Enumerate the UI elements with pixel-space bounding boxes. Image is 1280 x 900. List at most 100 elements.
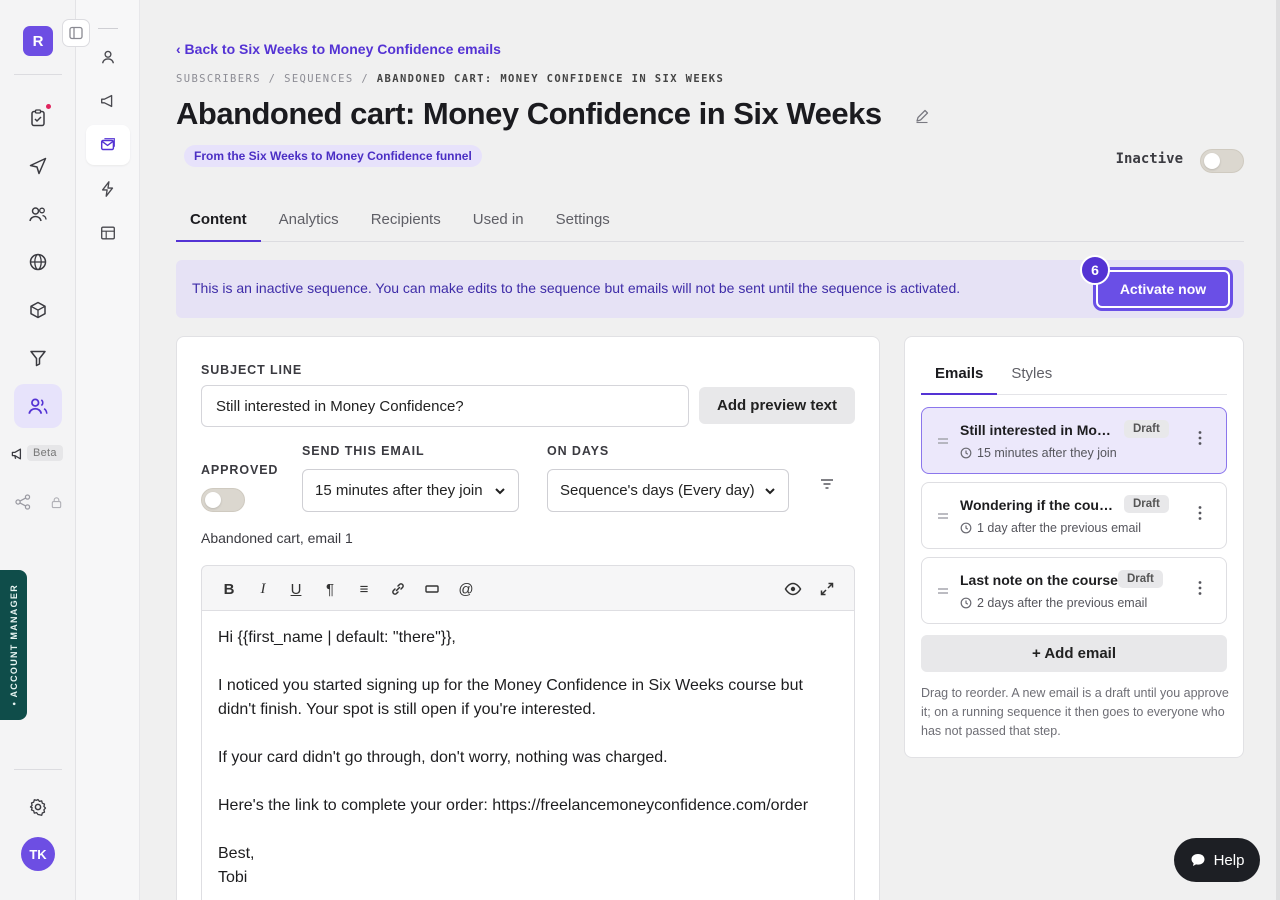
primary-sidebar: R Beta • ACCOUNT MANAGER TK — [0, 0, 90, 900]
body-blank-line — [218, 722, 838, 746]
email-timing: 15 minutes after they join — [960, 446, 1117, 460]
window-edge — [1276, 0, 1280, 900]
tab-analytics[interactable]: Analytics — [265, 200, 353, 242]
email-body-editor[interactable]: Hi {{first_name | default: "there"}}, I … — [201, 610, 855, 900]
sidebar-item-settings[interactable] — [24, 793, 52, 821]
fullscreen-button[interactable] — [816, 578, 838, 600]
page-title: Abandoned cart: Money Confidence in Six … — [176, 96, 882, 131]
funnel-badge[interactable]: From the Six Weeks to Money Confidence f… — [184, 145, 482, 167]
breadcrumb-subscribers[interactable]: SUBSCRIBERS — [176, 73, 261, 85]
sidebar-divider-bottom — [14, 769, 62, 770]
tab-content[interactable]: Content — [176, 200, 261, 242]
help-label: Help — [1213, 851, 1245, 869]
more-options-icon[interactable] — [1198, 430, 1202, 446]
sidebar-item-share[interactable] — [9, 488, 37, 516]
more-options-icon[interactable] — [1198, 580, 1202, 596]
sequence-active-toggle[interactable] — [1200, 149, 1244, 173]
add-email-button[interactable]: + Add email — [921, 635, 1227, 672]
box-icon — [30, 301, 46, 319]
help-button[interactable]: Help — [1174, 838, 1260, 882]
clock-icon — [960, 447, 972, 459]
link-button[interactable] — [387, 578, 409, 600]
timing-text: 2 days after the previous email — [977, 596, 1148, 610]
sidebar-item-website[interactable] — [24, 248, 52, 276]
underline-button[interactable]: U — [285, 578, 307, 600]
sidebar-item-subscribers[interactable] — [14, 384, 62, 428]
add-preview-text-button[interactable]: Add preview text — [699, 387, 855, 424]
email-title: Still interested in Money Confidence? — [960, 422, 1118, 438]
subject-input[interactable]: Still interested in Money Confidence? — [201, 385, 689, 427]
paragraph-button[interactable]: ¶ — [319, 578, 341, 600]
sidebar-collapse-button[interactable] — [62, 19, 90, 47]
more-options-icon[interactable] — [1198, 505, 1202, 521]
filter-button[interactable] — [819, 476, 835, 497]
tab-styles[interactable]: Styles — [997, 355, 1066, 395]
timing-text: 1 day after the previous email — [977, 521, 1141, 535]
sidebar-item-products[interactable] — [24, 296, 52, 324]
person-icon — [101, 50, 115, 64]
email-title: Wondering if the course is right for you… — [960, 497, 1118, 513]
send-timing-select[interactable]: 15 minutes after they join — [302, 469, 519, 512]
locked-feature — [42, 488, 70, 516]
email-list-item[interactable]: Wondering if the course is right for you… — [921, 482, 1227, 549]
approved-toggle[interactable] — [201, 488, 245, 512]
sidebar-item-funnels[interactable] — [24, 344, 52, 372]
secondary-divider — [98, 28, 118, 29]
account-manager-tab[interactable]: • ACCOUNT MANAGER — [0, 570, 27, 720]
email-list-item[interactable]: Still interested in Money Confidence? Dr… — [921, 407, 1227, 474]
body-line: If your card didn't go through, don't wo… — [218, 749, 668, 766]
sidebar-item-people[interactable] — [24, 200, 52, 228]
link-icon — [392, 583, 404, 595]
subnav-sequences[interactable] — [86, 125, 130, 165]
globe-icon — [29, 253, 47, 271]
edit-title-button[interactable] — [914, 108, 930, 129]
days-select[interactable]: Sequence's days (Every day) — [547, 469, 789, 512]
funnel-icon — [30, 350, 46, 367]
sidebar-item-tasks[interactable] — [24, 104, 52, 132]
emails-panel: Emails Styles Still interested in Money … — [904, 336, 1244, 758]
send-timing-value: 15 minutes after they join — [315, 482, 483, 499]
bold-button[interactable]: B — [218, 578, 240, 600]
filter-lines-icon — [821, 479, 833, 489]
chat-bubble-icon — [1191, 854, 1205, 866]
preview-button[interactable] — [782, 578, 804, 600]
subnav-automations[interactable] — [94, 175, 122, 203]
tab-used-in[interactable]: Used in — [459, 200, 538, 242]
italic-button[interactable]: I — [252, 578, 274, 600]
app-logo[interactable]: R — [23, 26, 53, 56]
subnav-forms[interactable] — [94, 219, 122, 247]
status-badge: Draft — [1118, 570, 1163, 588]
back-link[interactable]: ‹ Back to Six Weeks to Money Confidence … — [176, 41, 501, 57]
drag-handle-icon[interactable] — [936, 584, 950, 598]
button-insert-button[interactable] — [421, 578, 443, 600]
subject-value: Still interested in Money Confidence? — [216, 397, 464, 415]
tab-bar: Content Analytics Recipients Used in Set… — [176, 200, 1244, 242]
body-line: Tobi — [218, 869, 248, 886]
user-avatar[interactable]: TK — [21, 837, 55, 871]
breadcrumb-sequences[interactable]: SEQUENCES — [284, 73, 354, 85]
activate-now-button[interactable]: Activate now — [1093, 267, 1233, 311]
sidebar-item-send[interactable] — [24, 152, 52, 180]
subject-line-label: SUBJECT LINE — [201, 363, 303, 377]
tab-recipients[interactable]: Recipients — [357, 200, 455, 242]
drag-handle-icon[interactable] — [936, 509, 950, 523]
chevron-down-icon — [495, 487, 505, 494]
onboarding-step-badge: 6 — [1080, 255, 1110, 285]
subnav-broadcasts[interactable] — [94, 87, 122, 115]
approved-label: APPROVED — [201, 463, 279, 477]
secondary-sidebar — [76, 0, 140, 900]
tab-settings[interactable]: Settings — [542, 200, 624, 242]
align-button[interactable]: ≡ — [353, 578, 375, 600]
body-line: Hi {{first_name | default: "there"}}, — [218, 629, 456, 646]
tab-emails[interactable]: Emails — [921, 355, 998, 395]
email-timing: 2 days after the previous email — [960, 596, 1147, 610]
gear-icon — [29, 798, 47, 816]
drag-handle-icon[interactable] — [936, 434, 950, 448]
expand-icon — [820, 582, 834, 596]
notification-dot — [46, 104, 51, 109]
mention-button[interactable]: @ — [455, 578, 477, 600]
email-list-item[interactable]: Last note on the course Draft 2 days aft… — [921, 557, 1227, 624]
account-manager-label: • ACCOUNT MANAGER — [8, 584, 19, 706]
subnav-subscribers[interactable] — [94, 43, 122, 71]
layout-icon — [101, 226, 115, 240]
